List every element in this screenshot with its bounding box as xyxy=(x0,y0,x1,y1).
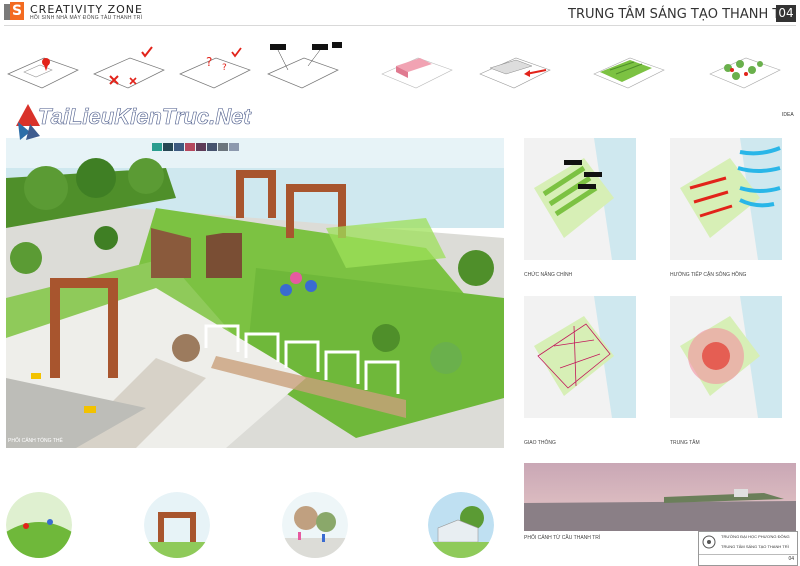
title-block-sheet: 04 xyxy=(788,556,794,562)
title-block-project: TRUNG TÂM SÁNG TẠO THANH TRÌ xyxy=(721,544,789,549)
tree-grid-icon xyxy=(709,57,781,89)
map-main-functions xyxy=(524,138,636,260)
page-title: TRUNG TÂM SÁNG TẠO THANH TRÌ xyxy=(568,7,794,22)
idea-label: IDEA xyxy=(782,112,794,118)
pink-blocks-icon xyxy=(381,57,453,89)
vignette-lawn xyxy=(6,492,72,558)
main-render-caption: PHỐI CẢNH TỔNG THỂ xyxy=(8,438,63,444)
title-block: TRƯỜNG ĐẠI HỌC PHƯƠNG ĐÔNG TRUNG TÂM SÁN… xyxy=(698,531,798,566)
car-icon xyxy=(31,373,41,379)
map-circulation xyxy=(524,296,636,418)
map-caption-functions: CHỨC NĂNG CHÍNH xyxy=(524,272,573,278)
map-red-river-approach xyxy=(670,138,782,260)
watermark-text: TaiLieuKienTruc.Net xyxy=(38,104,251,130)
map-center xyxy=(670,296,782,418)
site-analysis-pin-icon xyxy=(7,57,79,89)
vignette-gateway xyxy=(144,492,210,558)
school-seal-icon xyxy=(702,535,716,549)
green-terrace-icon xyxy=(593,57,665,89)
map-caption-circulation: GIAO THÔNG xyxy=(524,440,556,446)
header-divider xyxy=(4,25,796,26)
color-swatches xyxy=(152,138,240,156)
question-icon: ? ? xyxy=(179,47,251,89)
annotated-site-icon xyxy=(267,42,342,89)
river-view-caption: PHỐI CẢNH TỪ CẦU THANH TRÌ xyxy=(524,535,601,541)
car-icon xyxy=(84,406,96,413)
overall-perspective-render xyxy=(6,138,504,448)
svg-text:?: ? xyxy=(206,55,212,69)
arrow-flow-icon xyxy=(479,57,551,89)
logo: S xyxy=(4,2,24,22)
school-name: TRƯỜNG ĐẠI HỌC PHƯƠNG ĐÔNG xyxy=(721,534,790,539)
map-caption-center: TRUNG TÂM xyxy=(670,440,700,446)
page-number-badge: 04 xyxy=(776,5,796,22)
map-caption-approach: HƯỚNG TIẾP CẬN SÔNG HỒNG xyxy=(670,272,747,278)
brand-subtitle: HỒI SINH NHÀ MÁY ĐÓNG TÀU THANH TRÌ xyxy=(30,15,143,21)
vignette-glasshouse xyxy=(428,492,494,558)
logo-letter: S xyxy=(10,2,24,20)
check-cross-icon xyxy=(93,46,165,89)
river-view-panorama xyxy=(524,463,796,531)
vignette-plaza xyxy=(282,492,348,558)
svg-text:?: ? xyxy=(222,63,227,73)
